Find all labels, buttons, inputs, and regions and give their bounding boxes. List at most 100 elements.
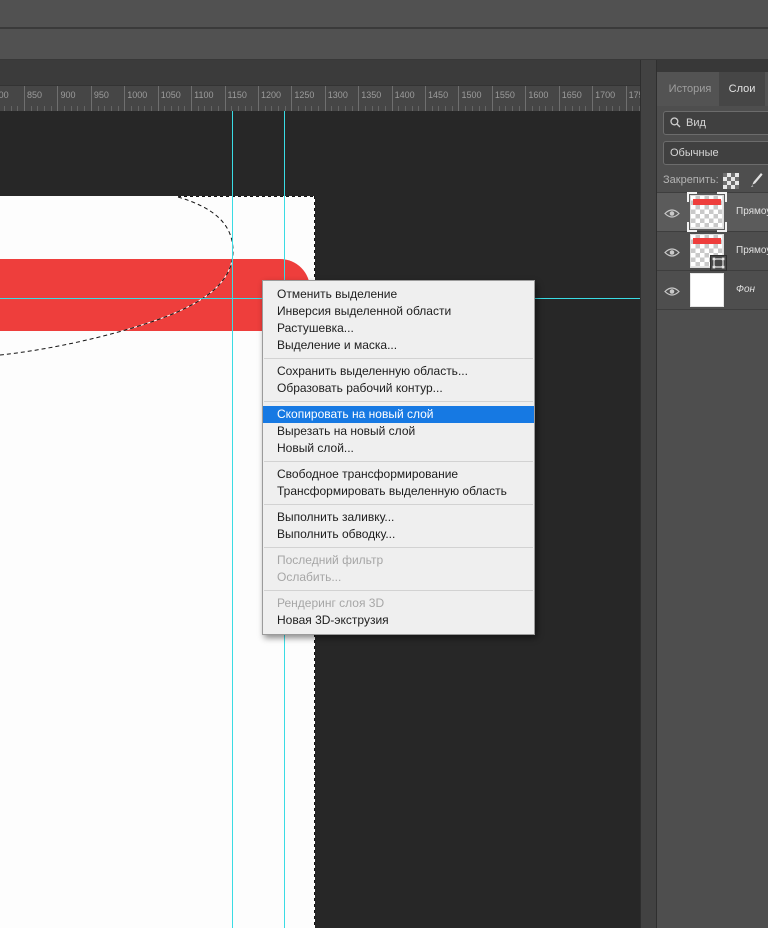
menu-item[interactable]: Новая 3D-экструзия (263, 612, 534, 629)
visibility-eye-icon[interactable] (664, 206, 680, 224)
menu-item[interactable]: Образовать рабочий контур... (263, 380, 534, 397)
ruler-major-tick (325, 86, 326, 111)
menu-item[interactable]: Трансформировать выделенную область (263, 483, 534, 500)
layer-row[interactable]: Фон (657, 271, 768, 310)
lock-label: Закрепить: (663, 174, 719, 186)
ruler-tick-label: 1200 (261, 90, 281, 100)
layer-row[interactable]: Прямоуг (657, 232, 768, 271)
ruler-major-tick (626, 86, 627, 111)
ruler-tick-label: 900 (60, 90, 75, 100)
ruler-major-tick (525, 86, 526, 111)
menu-item[interactable]: Растушевка... (263, 320, 534, 337)
ruler-tick-label: 1650 (562, 90, 582, 100)
ruler-tick-label: 1300 (328, 90, 348, 100)
ruler-major-tick (24, 86, 25, 111)
visibility-eye-icon[interactable] (664, 284, 680, 302)
application-menu-bar[interactable] (0, 0, 768, 29)
ruler-tick-label: 1700 (595, 90, 615, 100)
layer-filter-field[interactable]: Вид (663, 111, 768, 135)
layer-filter-value: Вид (686, 117, 706, 129)
ruler-tick-label: 800 (0, 90, 9, 100)
horizontal-ruler[interactable]: 800 850 900 950 1000 1050 1100 1150 1200 1250 1300… (0, 85, 640, 112)
layers-panel: ИсторияСлои Вид Обычные Закрепить: Прямо… (656, 60, 768, 928)
thumbnail-selection-bracket (717, 192, 727, 202)
menu-item[interactable]: Вырезать на новый слой (263, 423, 534, 440)
menu-divider (264, 401, 533, 402)
ruler-tick-label: 1400 (395, 90, 415, 100)
ruler-major-tick (559, 86, 560, 111)
menu-item[interactable]: Инверсия выделенной области (263, 303, 534, 320)
ruler-tick-label: 1500 (461, 90, 481, 100)
ruler-major-tick (291, 86, 292, 111)
layer-name[interactable]: Прямоуг (736, 245, 768, 256)
blend-mode-value: Обычные (670, 147, 719, 159)
lock-paint-brush-icon[interactable] (749, 172, 763, 188)
ruler-major-tick (258, 86, 259, 111)
thumbnail-red-stripe (693, 238, 721, 244)
menu-item[interactable]: Новый слой... (263, 440, 534, 457)
panel-tab-history[interactable]: История (663, 72, 717, 106)
ruler-major-tick (425, 86, 426, 111)
layer-thumbnail[interactable] (690, 273, 724, 307)
ruler-major-tick (458, 86, 459, 111)
panel-tab-strip: ИсторияСлои (657, 72, 768, 106)
context-menu: Отменить выделениеИнверсия выделенной об… (262, 280, 535, 635)
layers-list: Прямоуг Прямоуг Фон (657, 192, 768, 310)
menu-item[interactable]: Свободное трансформирование (263, 466, 534, 483)
layer-thumbnail[interactable] (690, 234, 724, 268)
ruler-major-tick (592, 86, 593, 111)
thumbnail-selection-bracket (717, 222, 727, 232)
menu-item[interactable]: Выполнить заливку... (263, 509, 534, 526)
ruler-major-tick (124, 86, 125, 111)
menu-item[interactable]: Отменить выделение (263, 286, 534, 303)
document-tab-strip (0, 60, 640, 85)
ruler-tick-label: 1150 (228, 90, 247, 100)
layer-thumbnail[interactable] (690, 195, 724, 229)
ruler-tick-label: 1350 (361, 90, 381, 100)
layer-name[interactable]: Прямоуг (736, 206, 768, 217)
vector-shape-badge-icon (710, 255, 727, 271)
ruler-tick-label: 1450 (428, 90, 448, 100)
menu-item: Ослабить... (263, 569, 534, 586)
ruler-tick-label: 1600 (528, 90, 548, 100)
menu-item: Рендеринг слоя 3D (263, 595, 534, 612)
thumbnail-selection-bracket (687, 192, 697, 202)
ruler-tick-label: 1000 (127, 90, 147, 100)
menu-divider (264, 547, 533, 548)
menu-divider (264, 358, 533, 359)
menu-divider (264, 504, 533, 505)
vertical-guide[interactable] (232, 111, 233, 928)
menu-item[interactable]: Сохранить выделенную область... (263, 363, 534, 380)
lock-transparency-checker-icon[interactable] (723, 173, 739, 189)
layer-name[interactable]: Фон (736, 284, 755, 295)
layer-thumbnail-image (690, 273, 724, 307)
panel-gutter (641, 60, 656, 928)
panel-tab-layers[interactable]: Слои (719, 72, 765, 106)
ruler-major-tick (492, 86, 493, 111)
menu-item[interactable]: Выполнить обводку... (263, 526, 534, 543)
menu-item[interactable]: Выделение и маска... (263, 337, 534, 354)
ruler-major-tick (191, 86, 192, 111)
ruler-major-tick (57, 86, 58, 111)
ruler-major-tick (392, 86, 393, 111)
ruler-major-tick (91, 86, 92, 111)
ruler-major-tick (158, 86, 159, 111)
ruler-tick-label: 950 (94, 90, 109, 100)
ruler-tick-label: 850 (27, 90, 42, 100)
menu-divider (264, 461, 533, 462)
menu-item-highlighted[interactable]: Скопировать на новый слой (263, 406, 534, 423)
menu-item: Последний фильтр (263, 552, 534, 569)
blend-mode-select[interactable]: Обычные (663, 141, 768, 165)
menu-divider (264, 590, 533, 591)
ruler-tick-label: 1550 (495, 90, 515, 100)
thumbnail-selection-bracket (687, 222, 697, 232)
ruler-tick-label: 1250 (294, 90, 314, 100)
search-icon (670, 117, 681, 128)
ruler-tick-label: 1100 (194, 90, 213, 100)
visibility-eye-icon[interactable] (664, 245, 680, 263)
panel-header-strip (657, 60, 768, 72)
layer-row[interactable]: Прямоуг (657, 192, 768, 232)
tool-options-bar[interactable] (0, 29, 768, 60)
ruler-major-tick (358, 86, 359, 111)
ruler-tick-label: 1050 (161, 90, 181, 100)
